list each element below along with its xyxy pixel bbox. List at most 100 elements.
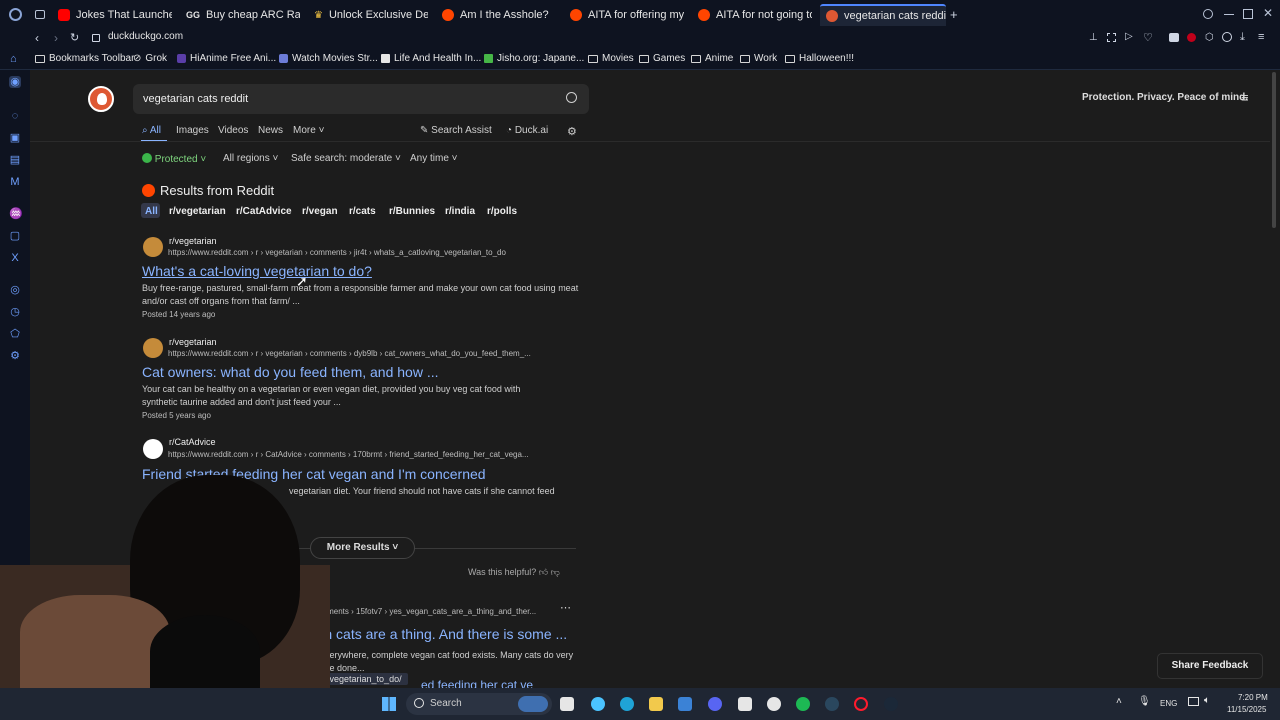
nav-duckai[interactable]: ◔ Duck.ai [506, 125, 548, 136]
bookmark-life-health[interactable]: Life And Health In... [381, 53, 481, 64]
home-icon[interactable]: ⌂ [10, 53, 17, 65]
subtab-bunnies[interactable]: r/Bunnies [389, 206, 435, 217]
search-input[interactable]: vegetarian cats reddit [143, 93, 248, 105]
bookmark-grok[interactable]: ⊘ Grok [133, 53, 167, 64]
aria-icon[interactable]: ◌ [9, 110, 21, 122]
heart-icon[interactable]: ♡ [1143, 31, 1153, 44]
volume-icon[interactable]: 🔈︎ [1204, 695, 1210, 706]
bookmark-jisho[interactable]: Jisho.org: Japane... [484, 53, 584, 64]
thumbs-down-icon[interactable]: 👎︎ [551, 567, 560, 577]
subtab-polls[interactable]: r/polls [487, 206, 517, 217]
task-view-icon[interactable] [560, 697, 574, 711]
tab-3[interactable]: ♛ Unlock Exclusive Deals & [308, 4, 428, 26]
epic-games-icon[interactable] [738, 697, 752, 711]
clock-time[interactable]: 7:20 PM [1238, 693, 1268, 702]
filter-protected[interactable]: Protected ˅ [142, 153, 206, 165]
more-options-icon[interactable]: ⋯ [560, 601, 571, 614]
subtab-india[interactable]: r/india [445, 206, 475, 217]
store-icon[interactable] [678, 697, 692, 711]
nav-more[interactable]: More ˅ [293, 125, 324, 136]
nav-images[interactable]: Images [176, 125, 209, 136]
subtab-vegetarian[interactable]: r/vegetarian [169, 206, 226, 217]
network-icon[interactable] [1188, 697, 1199, 706]
nav-news[interactable]: News [258, 125, 283, 136]
back-icon[interactable]: ‹ [35, 31, 39, 45]
windows-start-icon[interactable] [382, 697, 396, 711]
file-explorer-icon[interactable] [649, 697, 663, 711]
github-icon[interactable] [767, 697, 781, 711]
clock-date[interactable]: 11/15/2025 [1227, 705, 1266, 714]
search-tabs-icon[interactable] [1203, 9, 1213, 19]
subtab-vegan[interactable]: r/vegan [302, 206, 338, 217]
edge-icon[interactable] [620, 697, 634, 711]
close-icon[interactable]: ✕ [1263, 6, 1273, 20]
bookmark-work[interactable]: Work [740, 53, 777, 64]
result-title[interactable]: What's a cat-loving vegetarian to do? [142, 263, 372, 279]
mail-icon[interactable]: M [9, 176, 21, 188]
tray-chevron-icon[interactable]: ˄ [1116, 696, 1122, 707]
bluesky-icon[interactable]: ♒ [9, 208, 23, 220]
nav-search-assist[interactable]: ✎ Search Assist [420, 125, 492, 136]
tab-active[interactable]: vegetarian cats reddit at [820, 4, 946, 26]
spotify-icon[interactable] [796, 697, 810, 711]
tab-2[interactable]: GG Buy cheap ARC Raiders S [180, 4, 300, 26]
microphone-icon[interactable]: 🎙︎ [1138, 696, 1151, 707]
pin-icon[interactable]: ⊥ [1089, 32, 1098, 43]
menu-icon[interactable]: ≡ [1241, 90, 1249, 105]
adblock-icon[interactable] [1169, 33, 1179, 42]
maximize-icon[interactable] [1243, 9, 1253, 19]
bookmark-halloween[interactable]: Halloween!!! [785, 53, 854, 64]
search-icon[interactable] [566, 92, 577, 103]
player-icon[interactable]: ◎ [9, 284, 21, 296]
nav-videos[interactable]: Videos [218, 125, 248, 136]
settings-icon[interactable]: ⚙ [567, 125, 577, 138]
x-icon[interactable]: X [9, 252, 21, 264]
filter-time[interactable]: Any time ˅ [410, 153, 458, 164]
gaming-icon[interactable]: ◉ [9, 76, 21, 88]
bookmark-toolbar[interactable]: Bookmarks Toolbar [35, 53, 134, 64]
reload-icon[interactable]: ↻ [70, 31, 79, 44]
opera-logo-icon[interactable] [9, 8, 22, 21]
gallery-icon[interactable]: ▤ [9, 154, 21, 166]
discord-icon[interactable] [708, 697, 722, 711]
subtab-catadvice[interactable]: r/CatAdvice [236, 206, 292, 217]
thumbs-up-icon[interactable]: 👍︎ [539, 567, 548, 577]
copilot-icon[interactable] [591, 697, 605, 711]
language-indicator[interactable]: ENG [1160, 699, 1177, 708]
forward-icon[interactable]: › [54, 31, 58, 45]
settings-icon[interactable]: ⚙ [9, 350, 21, 362]
url-field[interactable]: duckduckgo.com [108, 31, 183, 42]
result-url[interactable]: https://www.reddit.com › r › vegetarian … [168, 248, 506, 257]
easy-setup-icon[interactable]: ≡ [1258, 31, 1264, 43]
shopping-icon[interactable]: ▣ [9, 132, 21, 144]
profile-icon[interactable] [1222, 32, 1232, 42]
result-title[interactable]: egan cats are a thing. And there is some… [301, 626, 567, 642]
twitch-icon[interactable]: ▢ [9, 230, 21, 242]
result-url[interactable]: https://www.reddit.com › r › vegetarian … [168, 349, 531, 358]
tab-1[interactable]: Jokes That Launched Ca [52, 4, 172, 26]
duckduckgo-logo-icon[interactable] [88, 86, 114, 112]
filter-safe-search[interactable]: Safe search: moderate ˅ [291, 153, 401, 164]
tab-5[interactable]: AITA for offering my cou [564, 4, 684, 26]
subtab-all[interactable]: All [145, 206, 158, 217]
ublock-icon[interactable] [1187, 33, 1196, 42]
filter-regions[interactable]: All regions ˅ [223, 153, 278, 164]
result-url[interactable]: comments › 15fotv7 › yes_vegan_cats_are_… [312, 607, 536, 616]
result-title[interactable]: Cat owners: what do you feed them, and h… [142, 364, 439, 380]
workspaces-icon[interactable] [35, 10, 45, 19]
bookmark-hianime[interactable]: HiAnime Free Ani... [177, 53, 276, 64]
scrollbar[interactable] [1272, 72, 1276, 228]
opera-icon[interactable] [854, 697, 868, 711]
bookmark-anime[interactable]: Anime [691, 53, 733, 64]
snapshot-icon[interactable] [1107, 33, 1116, 42]
bookmark-watch-movies[interactable]: Watch Movies Str... [279, 53, 378, 64]
tab-6[interactable]: AITA for not going to my [692, 4, 812, 26]
play-icon[interactable]: ▷ [1125, 31, 1133, 42]
steam-icon[interactable] [884, 697, 898, 711]
share-feedback-button[interactable]: Share Feedback [1157, 653, 1263, 679]
nav-all[interactable]: ⌕ All [142, 125, 161, 136]
extensions-icon[interactable]: ⬠ [9, 328, 21, 340]
extensions-icon[interactable]: ⬡ [1205, 32, 1214, 43]
download-icon[interactable]: ⤓ [1240, 31, 1245, 44]
steam-icon[interactable] [825, 697, 839, 711]
